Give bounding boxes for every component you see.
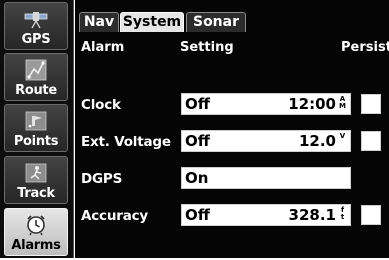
- dgps-alarm-field[interactable]: On: [181, 167, 351, 189]
- satellite-icon: [24, 12, 48, 29]
- clock-alarm-unit: A M: [339, 95, 346, 110]
- sidebar-item-label: Points: [13, 134, 59, 149]
- sidebar-item-gps[interactable]: GPS: [4, 2, 68, 50]
- accuracy-alarm-field[interactable]: Off 328.1 f t: [181, 204, 351, 226]
- alarm-label-dgps: DGPS: [81, 171, 123, 187]
- sidebar-item-label: GPS: [21, 32, 51, 47]
- clock-alarm-value: 12:00: [288, 95, 336, 113]
- column-header-setting: Setting: [180, 40, 234, 55]
- sidebar-item-points[interactable]: Points: [4, 104, 68, 152]
- alarm-clock-icon: [27, 215, 45, 236]
- alarm-label-accuracy: Accuracy: [81, 208, 149, 224]
- column-header-persist: Persist: [341, 40, 389, 55]
- ext-voltage-alarm-value: 12.0: [298, 132, 336, 150]
- sidebar-item-route[interactable]: Route: [4, 53, 68, 101]
- points-icon: [25, 111, 47, 131]
- tab-system[interactable]: System: [120, 12, 184, 32]
- clock-persist-checkbox[interactable]: [361, 94, 381, 114]
- accuracy-alarm-state: Off: [185, 206, 210, 224]
- column-header-alarm: Alarm: [81, 40, 125, 55]
- sidebar-item-alarms[interactable]: Alarms: [4, 208, 68, 256]
- alarms-screen: GPS Route Points Track Alarms Nav System…: [0, 0, 389, 260]
- clock-alarm-field[interactable]: Off 12:00 A M: [181, 93, 351, 115]
- clock-alarm-state: Off: [185, 95, 210, 113]
- ext-voltage-alarm-state: Off: [185, 132, 210, 150]
- alarm-label-ext-voltage: Ext. Voltage: [81, 134, 171, 150]
- alarm-label-clock: Clock: [81, 97, 121, 113]
- accuracy-persist-checkbox[interactable]: [361, 205, 381, 225]
- ext-voltage-alarm-unit: V: [339, 132, 346, 140]
- ext-voltage-persist-checkbox[interactable]: [361, 131, 381, 151]
- sidebar-item-label: Track: [17, 186, 55, 201]
- track-icon: [25, 163, 47, 183]
- route-icon: [25, 59, 47, 81]
- tab-sonar[interactable]: Sonar: [186, 12, 246, 32]
- sidebar-item-label: Alarms: [11, 238, 61, 253]
- sidebar: GPS Route Points Track Alarms: [0, 0, 74, 258]
- ext-voltage-alarm-field[interactable]: Off 12.0 V: [181, 130, 351, 152]
- accuracy-alarm-unit: f t: [340, 206, 345, 221]
- dgps-alarm-state: On: [185, 169, 209, 187]
- sidebar-item-label: Route: [15, 83, 57, 98]
- accuracy-alarm-value: 328.1: [288, 206, 336, 224]
- sidebar-item-track[interactable]: Track: [4, 156, 68, 204]
- main-panel: Nav System Sonar Alarm Setting Persist C…: [75, 0, 389, 258]
- tab-nav[interactable]: Nav: [79, 12, 119, 32]
